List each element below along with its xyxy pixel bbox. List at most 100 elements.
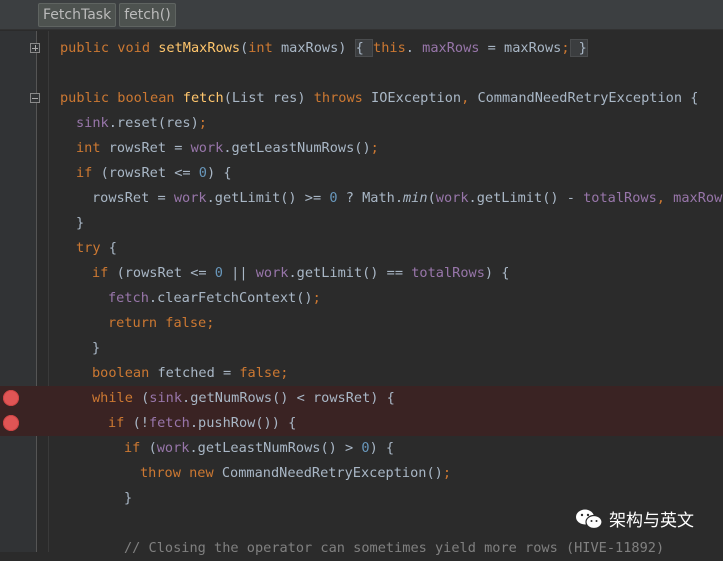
code-token: { — [354, 39, 374, 57]
code-token: rowsRet = — [92, 190, 174, 206]
code-line-text: } — [76, 211, 84, 236]
breakpoint-icon[interactable] — [3, 390, 19, 406]
code-line-text: rowsRet = work.getLimit() >= 0 ? Math.mi… — [92, 186, 723, 211]
code-token: public — [60, 90, 118, 106]
code-editor[interactable]: public void setMaxRows(int maxRows) { th… — [0, 36, 723, 561]
code-line-text: return false; — [108, 311, 214, 336]
fold-expand-icon[interactable] — [30, 43, 40, 53]
breakpoint-icon[interactable] — [3, 415, 19, 431]
code-token: work — [435, 190, 469, 206]
code-line[interactable]: public boolean fetch(List res) throws IO… — [0, 86, 723, 111]
code-line[interactable]: fetch.clearFetchContext(); — [0, 286, 723, 311]
code-line[interactable]: rowsRet = work.getLimit() >= 0 ? Math.mi… — [0, 186, 723, 211]
code-token: new — [189, 465, 222, 481]
code-token: if — [76, 165, 101, 181]
code-token: int — [76, 140, 109, 156]
code-token: CommandNeedRetryException() — [221, 465, 443, 481]
code-token: ; — [561, 40, 570, 56]
code-line[interactable]: while (sink.getNumRows() < rowsRet) { — [0, 386, 723, 411]
code-line-text: sink.reset(res); — [76, 111, 207, 136]
code-token: ; — [312, 290, 321, 306]
code-token: throw — [140, 465, 190, 481]
code-token: .getLimit() - — [468, 190, 584, 206]
code-token: .getLimit() == — [288, 265, 412, 281]
code-line[interactable]: boolean fetched = false; — [0, 361, 723, 386]
code-line-text: } — [92, 336, 100, 361]
watermark-text: 架构与英文 — [609, 511, 694, 531]
code-token: ; — [280, 365, 289, 381]
code-token: .getLimit() >= — [206, 190, 330, 206]
code-line-text: public void setMaxRows(int maxRows) { th… — [60, 36, 588, 61]
code-line-text: if (!fetch.pushRow()) { — [108, 411, 296, 436]
code-token: { — [108, 240, 117, 256]
code-token: work — [156, 440, 190, 456]
fold-collapse-icon[interactable] — [30, 93, 40, 103]
code-token: ( — [427, 190, 436, 206]
code-token: ; — [206, 315, 215, 331]
code-line[interactable]: } — [0, 336, 723, 361]
breadcrumb-method[interactable]: fetch() — [119, 2, 176, 27]
code-token: if — [124, 440, 149, 456]
code-line[interactable]: throw new CommandNeedRetryException(); — [0, 461, 723, 486]
code-token: fetched = — [157, 365, 240, 381]
code-token: maxRows) — [281, 40, 355, 56]
code-token: ? Math. — [337, 190, 404, 206]
code-token: fetch — [182, 90, 224, 106]
code-token: work — [255, 265, 289, 281]
breadcrumb-class[interactable]: FetchTask — [38, 2, 117, 27]
code-line[interactable]: return false; — [0, 311, 723, 336]
code-token: if — [108, 415, 133, 431]
code-token: min — [403, 190, 428, 206]
code-token: fetch — [108, 290, 149, 306]
code-line[interactable]: public void setMaxRows(int maxRows) { th… — [0, 36, 723, 61]
code-line-text: throw new CommandNeedRetryException(); — [140, 461, 451, 486]
code-token: try — [76, 240, 109, 256]
code-token: ; — [442, 465, 452, 481]
code-token: , — [461, 90, 478, 106]
code-line[interactable]: if (work.getLeastNumRows() > 0) { — [0, 436, 723, 461]
code-token: . — [405, 40, 423, 56]
code-line-text: while (sink.getNumRows() < rowsRet) { — [92, 386, 395, 411]
code-line[interactable]: // Closing the operator can sometimes yi… — [0, 536, 723, 561]
code-token: work — [173, 190, 207, 206]
code-line[interactable]: } — [0, 211, 723, 236]
code-line[interactable]: if (!fetch.pushRow()) { — [0, 411, 723, 436]
code-line-text: // Closing the operator can sometimes yi… — [124, 536, 664, 561]
code-token: // Closing the operator can sometimes yi… — [124, 540, 665, 556]
code-token: } — [92, 340, 101, 356]
watermark: 架构与英文 — [575, 506, 694, 531]
code-line[interactable]: if (rowsRet <= 0) { — [0, 161, 723, 186]
code-token: .reset(res) — [108, 115, 199, 131]
code-token: .getNumRows() < rowsRet) { — [182, 390, 395, 406]
code-token: setMaxRows — [158, 40, 241, 56]
code-token: if — [92, 265, 117, 281]
code-token: ; — [370, 140, 379, 156]
code-token: totalRows — [411, 265, 485, 281]
code-token: .getLeastNumRows() — [223, 140, 371, 156]
code-line[interactable]: if (rowsRet <= 0 || work.getLimit() == t… — [0, 261, 723, 286]
code-token: rowsRet = — [108, 140, 191, 156]
code-token: while — [92, 390, 142, 406]
code-token: return — [108, 315, 166, 331]
code-token: 0 — [329, 190, 338, 206]
code-token: = maxRows — [479, 40, 562, 56]
code-line[interactable]: try { — [0, 236, 723, 261]
code-token: } — [76, 215, 85, 231]
code-token: maxRows — [422, 40, 480, 56]
code-line-text: if (work.getLeastNumRows() > 0) { — [124, 436, 394, 461]
code-token: ( — [148, 440, 157, 456]
code-token: ) { — [369, 440, 395, 456]
code-line[interactable] — [0, 61, 723, 86]
code-line[interactable]: int rowsRet = work.getLeastNumRows(); — [0, 136, 723, 161]
code-token: } — [124, 490, 133, 506]
code-token: IOException — [371, 90, 462, 106]
code-token: CommandNeedRetryException { — [477, 90, 699, 106]
code-token: this — [373, 40, 406, 56]
code-token: 0 — [214, 265, 223, 281]
code-token: work — [190, 140, 224, 156]
code-token: , — [656, 190, 674, 206]
code-token: 0 — [361, 440, 370, 456]
code-line[interactable]: sink.reset(res); — [0, 111, 723, 136]
code-token: ; — [198, 115, 207, 131]
code-token: (rowsRet <= — [116, 265, 215, 281]
